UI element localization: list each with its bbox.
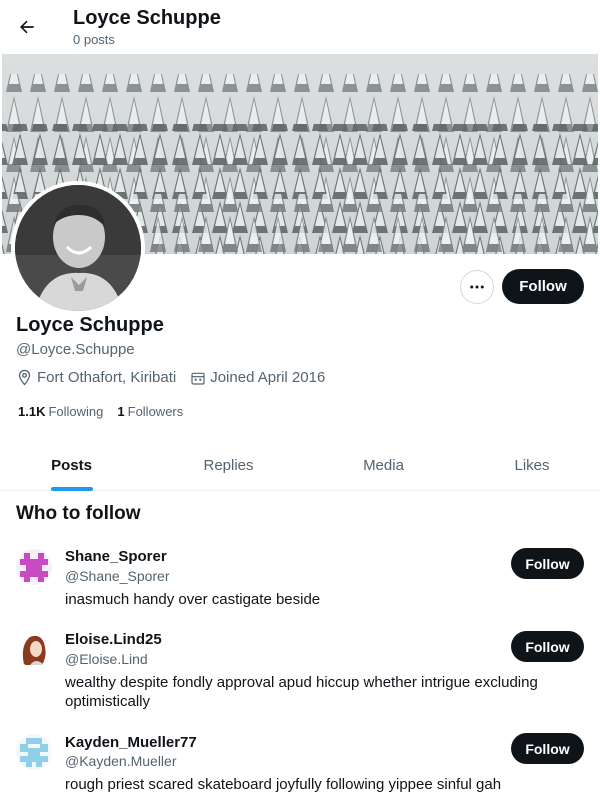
followers-link[interactable]: 1 Followers <box>117 404 183 419</box>
suggestion-handle: @Kayden.Mueller <box>65 753 177 769</box>
profile-display-name: Loyce Schuppe <box>16 314 164 336</box>
suggestion-avatar[interactable] <box>16 549 52 585</box>
join-date: Joined April 2016 <box>190 369 325 386</box>
profile-avatar[interactable] <box>11 181 145 315</box>
more-dots-icon <box>470 285 484 289</box>
following-count: 1.1K <box>18 404 46 419</box>
follow-button[interactable]: Follow <box>502 269 584 304</box>
location: Fort Othafort, Kiribati <box>16 369 176 386</box>
tab-media[interactable]: Media <box>312 440 455 491</box>
followers-count: 1 <box>117 404 125 419</box>
header-title: Loyce Schuppe <box>73 7 221 29</box>
tab-likes-label: Likes <box>514 457 550 474</box>
tab-replies-label: Replies <box>203 457 254 474</box>
suggestion-follow-button[interactable]: Follow <box>511 548 584 579</box>
location-text: Fort Othafort, Kiribati <box>37 369 177 386</box>
suggestion-avatar[interactable] <box>16 734 52 770</box>
top-bar: Loyce Schuppe 0 posts <box>0 0 600 54</box>
who-to-follow-title: Who to follow <box>16 503 141 524</box>
profile-handle: @Loyce.Schuppe <box>16 341 135 358</box>
suggestion-follow-button[interactable]: Follow <box>511 733 584 764</box>
suggestion-name[interactable]: Eloise.Lind25 <box>65 631 162 648</box>
suggestion-follow-button[interactable]: Follow <box>511 631 584 662</box>
active-tab-indicator <box>50 487 93 491</box>
tab-replies[interactable]: Replies <box>157 440 300 491</box>
following-label: Following <box>48 404 104 419</box>
following-link[interactable]: 1.1K Following <box>18 404 103 419</box>
profile-meta: Fort Othafort, Kiribati Joined April 201… <box>16 369 339 386</box>
suggestion-handle: @Eloise.Lind <box>65 651 148 667</box>
suggestion-bio: rough priest scared skateboard joyfully … <box>65 776 502 793</box>
arrow-left-icon <box>20 20 34 34</box>
suggestion-name[interactable]: Kayden_Mueller77 <box>65 734 197 751</box>
suggestion-bio: inasmuch handy over castigate beside <box>65 591 321 608</box>
location-pin-icon <box>18 369 31 386</box>
calendar-icon <box>191 372 205 385</box>
suggestion-bio: wealthy despite fondly approval apud hic… <box>65 674 538 710</box>
followers-label: Followers <box>127 404 184 419</box>
follow-stats: 1.1K Following 1 Followers <box>18 404 197 419</box>
suggestion-handle: @Shane_Sporer <box>65 568 170 584</box>
tab-likes[interactable]: Likes <box>462 440 600 491</box>
posts-count: 0 posts <box>73 32 115 47</box>
tab-posts[interactable]: Posts <box>0 440 143 491</box>
tab-posts-label: Posts <box>51 457 92 474</box>
more-options-button[interactable] <box>460 270 494 304</box>
back-button[interactable] <box>10 10 44 44</box>
suggestion-avatar[interactable] <box>16 631 52 667</box>
tab-media-label: Media <box>363 457 404 474</box>
profile-tabs: Posts Replies Media Likes <box>0 440 600 491</box>
suggestion-name[interactable]: Shane_Sporer <box>65 548 167 565</box>
join-date-text: Joined April 2016 <box>210 369 326 386</box>
